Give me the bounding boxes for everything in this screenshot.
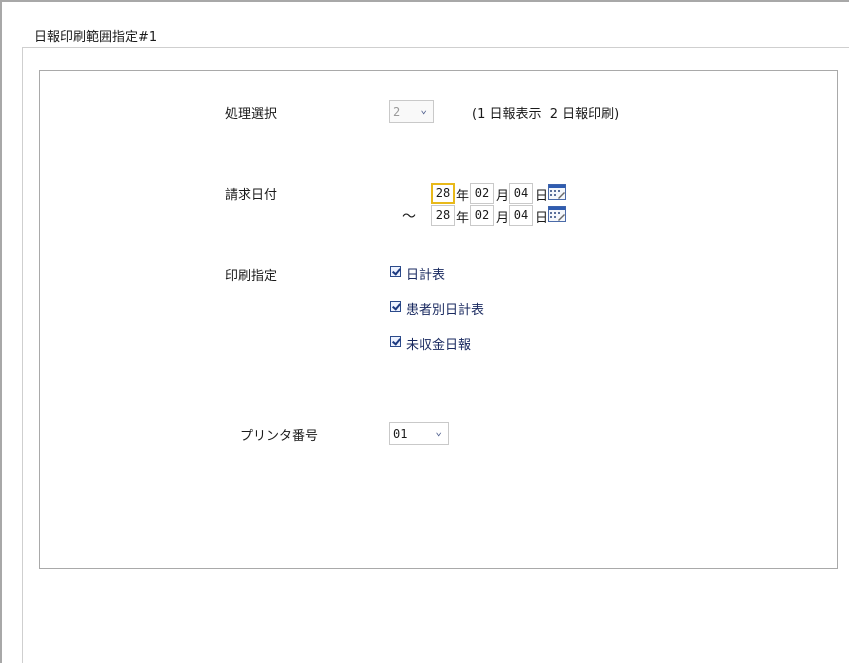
checkbox-checked-icon[interactable] <box>390 301 401 312</box>
to-year-input[interactable]: 28 <box>431 205 455 226</box>
chevron-down-icon: ⌄ <box>435 425 442 438</box>
process-select-hint: (1 日報表示 2 日報印刷) <box>472 107 620 122</box>
printer-number-dropdown[interactable]: 01 ⌄ <box>389 422 449 445</box>
billing-date-label: 請求日付 <box>225 188 278 203</box>
to-day-input[interactable]: 04 <box>509 205 533 226</box>
print-options-label: 印刷指定 <box>225 269 278 284</box>
from-day-input[interactable]: 04 <box>509 183 533 204</box>
to-year-unit: 年 <box>456 211 470 226</box>
chevron-down-icon: ⌄ <box>420 103 427 116</box>
printer-number-value: 01 <box>393 427 408 441</box>
form-panel <box>39 70 838 569</box>
checkbox-label: 未収金日報 <box>406 338 472 353</box>
checkbox-label: 日計表 <box>406 268 446 283</box>
checkbox-checked-icon[interactable] <box>390 266 401 277</box>
to-day-unit: 日 <box>535 211 549 226</box>
to-month-unit: 月 <box>496 211 510 226</box>
checkbox-label: 患者別日計表 <box>406 303 485 318</box>
left-divider <box>22 47 23 663</box>
from-year-unit: 年 <box>456 189 470 204</box>
from-month-unit: 月 <box>496 189 510 204</box>
from-day-unit: 日 <box>535 189 549 204</box>
calendar-icon[interactable] <box>548 206 566 222</box>
date-range-separator: 〜 <box>402 209 416 225</box>
to-month-input[interactable]: 02 <box>470 205 494 226</box>
from-month-input[interactable]: 02 <box>470 183 494 204</box>
process-select-dropdown[interactable]: 2 ⌄ <box>389 100 434 123</box>
calendar-icon[interactable] <box>548 184 566 200</box>
printer-number-label: プリンタ番号 <box>240 429 319 444</box>
window-title: 日報印刷範囲指定#1 <box>34 30 158 45</box>
title-divider <box>22 47 849 48</box>
from-year-input[interactable]: 28 <box>431 183 455 204</box>
checkbox-checked-icon[interactable] <box>390 336 401 347</box>
process-select-label: 処理選択 <box>225 107 278 122</box>
process-select-value: 2 <box>393 105 401 119</box>
